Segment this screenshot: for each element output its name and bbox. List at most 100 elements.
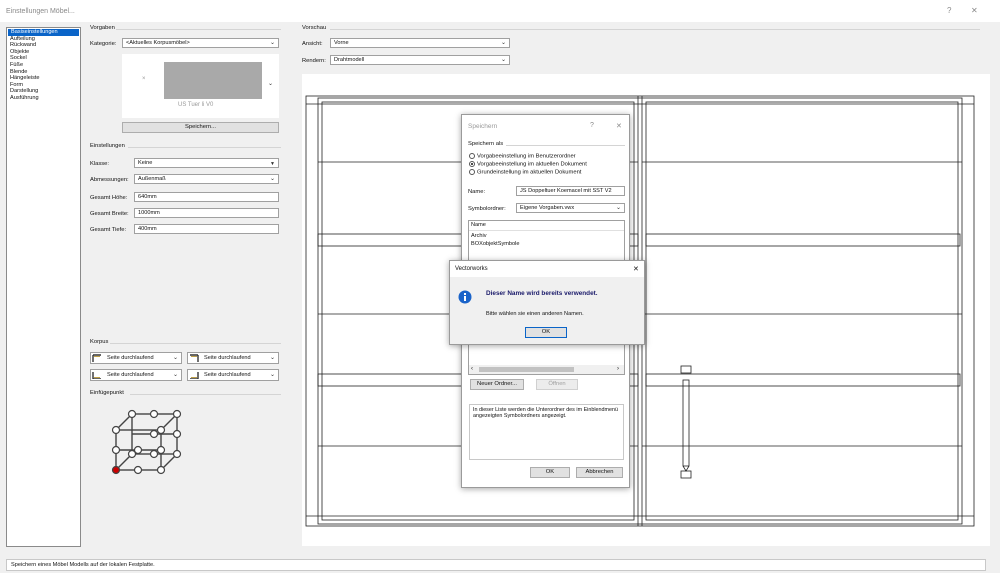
radio-benutzerordner[interactable]: Vorgabeeinstellung im Benutzerordner [469,153,576,160]
breite-label: Gesamt Breite: [90,211,129,217]
nav-item-rueckwand[interactable]: Rückwand [7,42,80,49]
tiefe-label: Gesamt Tiefe: [90,227,127,233]
nav-item-ausfuehrung[interactable]: Ausführung [7,95,80,102]
alert-heading: Dieser Name wird bereits verwendet. [486,290,598,297]
cancel-button[interactable]: Abbrechen [576,467,623,478]
radio-selected-icon [469,161,475,167]
nav-item-objekte[interactable]: Objekte [7,49,80,56]
hoehe-label: Gesamt Höhe: [90,195,128,201]
close-button[interactable]: ✕ [971,6,978,15]
korpus-heading: Korpus [90,339,109,345]
preview-canvas[interactable] [302,74,990,546]
alert-message: Bitte wählen sie einen anderen Namen. [486,311,584,317]
chevron-down-icon: ⌄ [172,372,178,378]
panel-top-right-icon [190,354,199,362]
panel-bottom-right-icon [190,372,199,379]
horizontal-scrollbar[interactable]: ‹ › [469,365,624,374]
new-folder-button[interactable]: Neuer Ordner... [470,379,524,390]
save-as-divider [506,145,625,146]
klasse-value: Keine [138,160,153,166]
radio-icon [469,169,475,175]
save-dialog-close-button[interactable]: ✕ [616,122,622,130]
nav-item-haengeleiste[interactable]: Hängeleiste [7,75,80,82]
abmessungen-value: Außenmaß [138,176,166,182]
nav-item-darstellung[interactable]: Darstellung [7,88,80,95]
korpus-option-bottom-right[interactable]: Seite durchlaufend ⌄ [187,369,279,381]
kategorie-value: <Aktuelles Korpusmöbel> [126,40,190,46]
symbolordner-value: Eigene Vorgaben.vwx [520,205,575,211]
alert-ok-button[interactable]: OK [525,327,567,338]
radio-icon [469,153,475,159]
korpus-option-top-left[interactable]: Seite durchlaufend ⌄ [90,352,182,364]
ansicht-select[interactable]: Vorne ⌄ [330,38,510,48]
einfuegepunkt-heading: Einfügepunkt [90,390,124,396]
alert-close-button[interactable]: ✕ [633,265,639,273]
vorgaben-heading: Vorgaben [90,25,115,31]
radio-grundeinstellung[interactable]: Grundeinstellung im aktuellen Dokument [469,169,581,176]
korpus-option-label: Seite durchlaufend [107,372,154,378]
help-button[interactable]: ? [947,6,951,15]
klasse-select[interactable]: Keine ▼ [134,158,279,168]
chevron-down-icon: ⌄ [500,57,506,63]
einfuegepunkt-divider [130,394,281,395]
alert-title: Vectorworks [455,266,488,272]
scroll-right-icon[interactable]: › [617,366,619,372]
list-item[interactable]: Archiv [471,233,487,239]
list-column-header[interactable]: Name [469,221,624,231]
symbolordner-select[interactable]: Eigene Vorgaben.vwx ⌄ [516,203,625,213]
save-dialog-title: Speichern [468,123,498,130]
chevron-down-icon[interactable]: ⌄ [268,80,273,87]
name-label: Name: [468,189,486,195]
korpus-option-bottom-left[interactable]: Seite durchlaufend ⌄ [90,369,182,381]
chevron-down-icon: ⌄ [269,372,275,378]
status-bar: Speichern eines Möbel Modells auf der lo… [6,559,986,571]
nav-item-fuesse[interactable]: Füße [7,62,80,69]
insertion-point-cube[interactable] [106,404,186,476]
abmessungen-select[interactable]: Außenmaß ⌄ [134,174,279,184]
korpus-option-label: Seite durchlaufend [107,355,154,361]
tiefe-input[interactable]: 400mm [134,224,279,234]
nav-item-sockel[interactable]: Sockel [7,55,80,62]
klasse-label: Klasse: [90,161,110,167]
kategorie-select[interactable]: <Aktuelles Korpusmöbel> ⌄ [122,38,279,48]
radio-label: Grundeinstellung im aktuellen Dokument [477,169,582,176]
name-input[interactable]: JS Doppeltuer Koemacel mit SST V2 [516,186,625,196]
rendern-select[interactable]: Drahtmodell ⌄ [330,55,510,65]
vorgabe-preview[interactable]: × US Tuer li V0 ⌄ [122,54,279,118]
radio-label: Vorgabeeinstellung im Benutzerordner [477,153,576,160]
close-icon: × [142,76,146,82]
rendern-value: Drahtmodell [334,57,365,63]
save-dialog-help-button[interactable]: ? [590,122,594,129]
chevron-down-icon: ⌄ [500,40,506,46]
open-button[interactable]: Öffnen [536,379,578,390]
radio-label: Vorgabeeinstellung im aktuellen Dokument [477,161,587,168]
hoehe-input[interactable]: 640mm [134,192,279,202]
panel-bottom-left-icon [92,372,101,379]
nav-item-blende[interactable]: Blende [7,69,80,76]
scroll-left-icon[interactable]: ‹ [471,366,473,372]
vorschau-heading: Vorschau [302,25,327,31]
vorgaben-divider [116,29,281,30]
breite-input[interactable]: 1000mm [134,208,279,218]
title-bar: Einstellungen Möbel... ? ✕ [0,0,1000,22]
save-as-group-label: Speichern als [468,141,504,147]
nav-item-aufteilung[interactable]: Aufteilung [7,36,80,43]
korpus-option-top-right[interactable]: Seite durchlaufend ⌄ [187,352,279,364]
nav-item-form[interactable]: Form [7,82,80,89]
save-preset-button[interactable]: Speichern... [122,122,279,133]
preview-caption: US Tuer li V0 [178,102,214,108]
info-box: In dieser Liste werden die Unterordner d… [469,404,624,460]
scrollbar-thumb[interactable] [479,367,574,372]
settings-nav-list[interactable]: Basiseinstellungen Aufteilung Rückwand O… [6,27,81,547]
chevron-down-icon: ⌄ [269,176,275,182]
list-item[interactable]: BOXobjektSymbole [471,241,520,247]
nav-item-basiseinstellungen[interactable]: Basiseinstellungen [8,29,79,36]
korpus-divider [110,343,281,344]
ansicht-value: Vorne [334,40,349,46]
einstellungen-divider [128,147,281,148]
selected-insert-point[interactable] [111,465,121,475]
radio-aktuelles-dokument[interactable]: Vorgabeeinstellung im aktuellen Dokument [469,161,587,168]
kategorie-label: Kategorie: [90,41,117,47]
korpus-option-label: Seite durchlaufend [204,372,251,378]
ok-button[interactable]: OK [530,467,570,478]
